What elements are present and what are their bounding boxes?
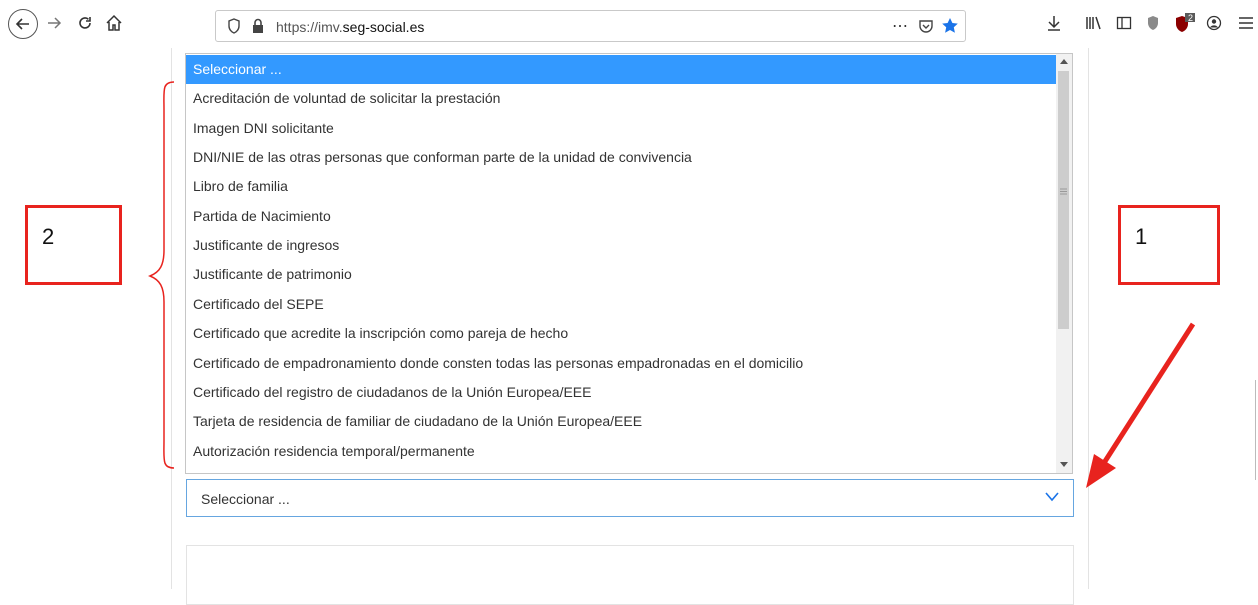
ublock-icon[interactable]: 2 bbox=[1172, 8, 1196, 38]
star-icon[interactable] bbox=[940, 11, 960, 41]
listbox-option[interactable]: Acreditación de voluntad de solicitar la… bbox=[186, 84, 1057, 113]
chevron-down-icon[interactable] bbox=[1045, 492, 1059, 502]
forward-icon[interactable] bbox=[44, 8, 64, 38]
listbox-option[interactable]: Certificado que acredite la inscripción … bbox=[186, 319, 1057, 348]
url-bar[interactable]: https://imv.seg-social.es ⋯ bbox=[215, 10, 966, 42]
shield-icon[interactable] bbox=[226, 11, 242, 41]
browser-toolbar: https://imv.seg-social.es ⋯ 2 bbox=[0, 0, 1258, 48]
document-type-listbox[interactable]: Seleccionar ... Acreditación de voluntad … bbox=[185, 53, 1073, 474]
annotation-label-2: 2 bbox=[42, 224, 55, 249]
listbox-option[interactable]: Certificado del registro de ciudadanos d… bbox=[186, 378, 1057, 407]
privacy-icon[interactable] bbox=[1143, 8, 1163, 38]
url-text[interactable]: https://imv.seg-social.es bbox=[276, 11, 424, 43]
page-scrollbar-edge bbox=[1255, 380, 1256, 480]
annotation-brace bbox=[148, 81, 175, 469]
listbox-option[interactable]: Justificante de ingresos bbox=[186, 231, 1057, 260]
document-type-select[interactable]: Seleccionar ... bbox=[186, 479, 1074, 517]
select-value: Seleccionar ... bbox=[201, 491, 290, 507]
lock-icon[interactable] bbox=[250, 11, 266, 41]
listbox-option[interactable]: Autorización residencia temporal/permane… bbox=[186, 437, 1057, 466]
scroll-up-icon[interactable] bbox=[1060, 58, 1068, 64]
download-icon[interactable] bbox=[1044, 8, 1064, 38]
listbox-option[interactable]: Libro de familia bbox=[186, 172, 1057, 201]
annotation-box-2: 2 bbox=[25, 205, 122, 285]
listbox-option[interactable]: Imagen DNI solicitante bbox=[186, 114, 1057, 143]
page-actions-icon[interactable]: ⋯ bbox=[890, 11, 910, 41]
sidebar-icon[interactable] bbox=[1114, 8, 1134, 38]
listbox-scrollbar[interactable] bbox=[1056, 54, 1072, 473]
listbox-option[interactable]: Tarjeta de residencia de familiar de ciu… bbox=[186, 407, 1057, 436]
listbox-option[interactable]: DNI/NIE de las otras personas que confor… bbox=[186, 143, 1057, 172]
back-icon[interactable] bbox=[8, 9, 38, 39]
url-prefix: https://imv. bbox=[276, 19, 343, 35]
url-domain: seg-social.es bbox=[342, 19, 425, 35]
scroll-down-icon[interactable] bbox=[1060, 462, 1068, 468]
home-icon[interactable] bbox=[102, 8, 126, 38]
reload-icon[interactable] bbox=[74, 8, 96, 38]
listbox-option[interactable]: Certificado de empadronamiento donde con… bbox=[186, 349, 1057, 378]
listbox-option[interactable]: Seleccionar ... bbox=[186, 55, 1057, 85]
listbox-option[interactable]: Certificado del SEPE bbox=[186, 290, 1057, 319]
pocket-icon[interactable] bbox=[916, 11, 936, 41]
grip-icon bbox=[1060, 188, 1067, 195]
account-icon[interactable] bbox=[1204, 8, 1224, 38]
scroll-thumb[interactable] bbox=[1058, 71, 1069, 329]
listbox-option[interactable]: Justificante de patrimonio bbox=[186, 260, 1057, 289]
library-icon[interactable] bbox=[1084, 8, 1104, 38]
annotation-label-1: 1 bbox=[1135, 224, 1148, 249]
content-panel bbox=[186, 545, 1074, 605]
addon-badge: 2 bbox=[1188, 13, 1194, 23]
annotation-box-1: 1 bbox=[1118, 205, 1220, 285]
listbox-option[interactable]: Partida de Nacimiento bbox=[186, 202, 1057, 231]
annotation-arrow bbox=[1086, 322, 1196, 488]
menu-icon[interactable] bbox=[1236, 8, 1256, 38]
